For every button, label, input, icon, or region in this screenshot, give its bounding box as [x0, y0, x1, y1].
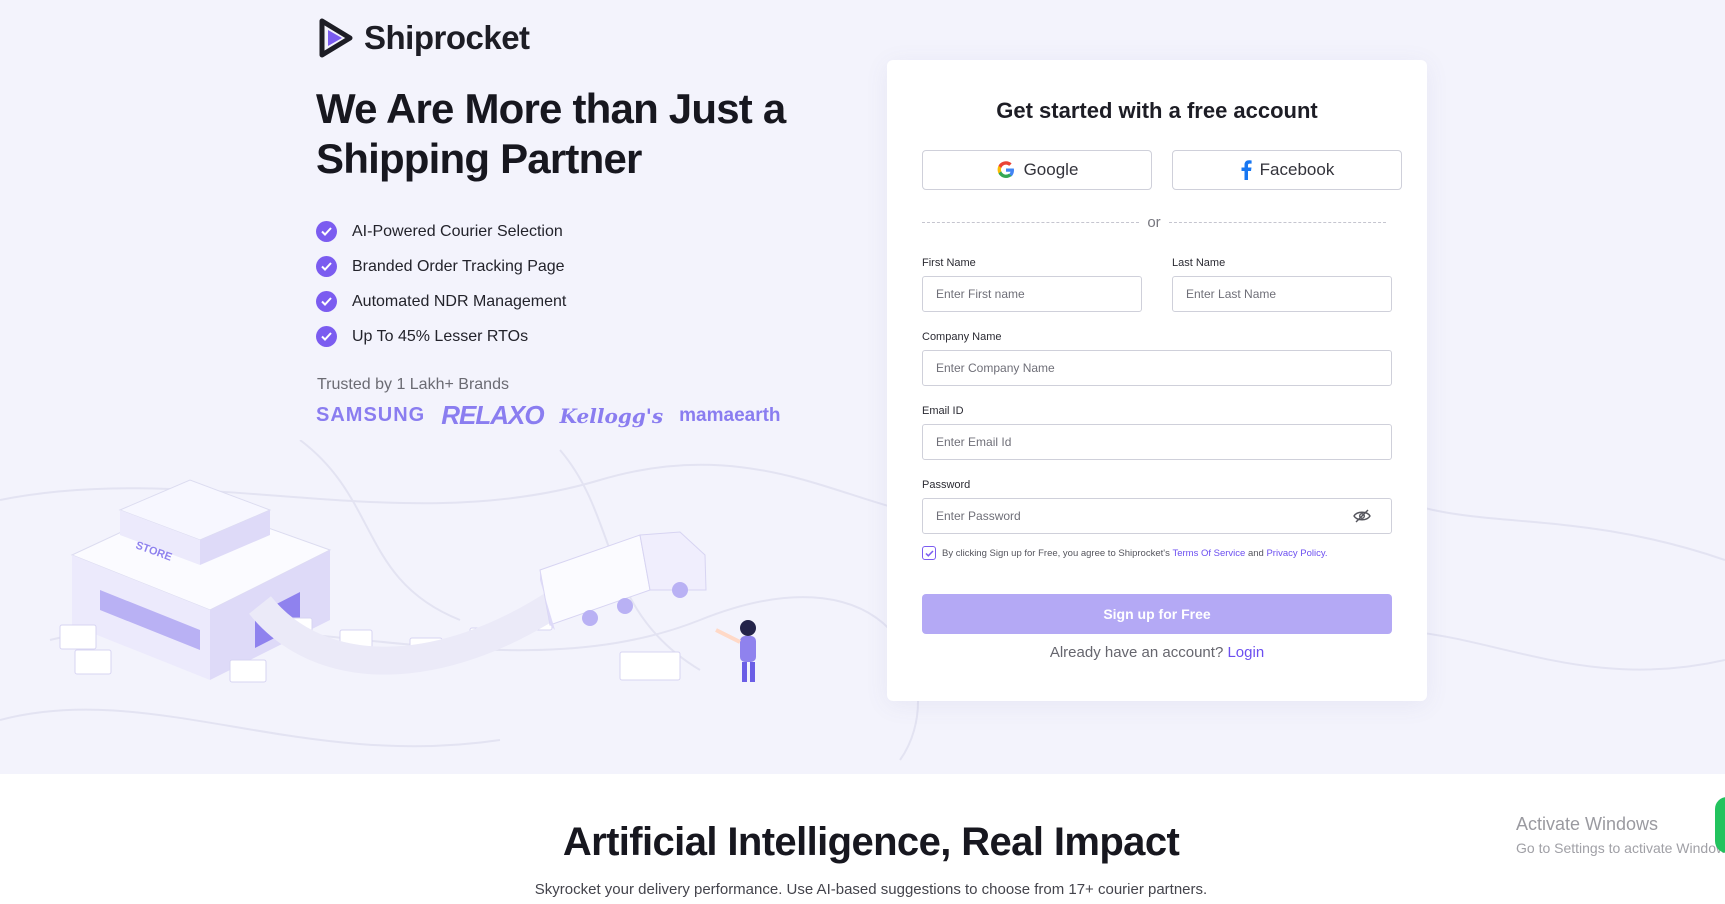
- facebook-signup-button[interactable]: Facebook: [1172, 150, 1402, 190]
- email-input[interactable]: [922, 424, 1392, 460]
- check-circle-icon: [316, 326, 337, 347]
- last-name-label: Last Name: [1172, 257, 1226, 269]
- company-name-label: Company Name: [922, 331, 1002, 343]
- check-circle-icon: [316, 291, 337, 312]
- privacy-policy-link[interactable]: Privacy Policy.: [1266, 548, 1327, 559]
- chat-widget-tab[interactable]: [1715, 797, 1725, 853]
- check-circle-icon: [316, 256, 337, 277]
- google-button-label: Google: [1023, 160, 1079, 179]
- feature-item: Branded Order Tracking Page: [316, 249, 566, 284]
- feature-item: AI-Powered Courier Selection: [316, 214, 566, 249]
- kelloggs-logo: Kellogg's: [559, 403, 664, 428]
- email-label: Email ID: [922, 405, 964, 417]
- feature-item: Up To 45% Lesser RTOs: [316, 319, 566, 354]
- first-name-input[interactable]: [922, 276, 1142, 312]
- terms-consent: By clicking Sign up for Free, you agree …: [922, 546, 1328, 560]
- hero-section: STORE Shiprocket We Are More than Just a…: [0, 0, 1725, 774]
- hero-headline: We Are More than Just a Shipping Partner: [316, 85, 786, 182]
- feature-list: AI-Powered Courier Selection Branded Ord…: [316, 214, 566, 354]
- login-link[interactable]: Login: [1227, 644, 1264, 661]
- consent-and: and: [1247, 547, 1264, 559]
- feature-text: Automated NDR Management: [352, 292, 567, 310]
- terms-checkbox[interactable]: [922, 546, 936, 560]
- samsung-logo: SAMSUNG: [316, 404, 426, 426]
- brand-name: Shiprocket: [364, 19, 530, 56]
- password-input[interactable]: [922, 498, 1392, 534]
- windows-activation-subtitle: Go to Settings to activate Windows.: [1516, 840, 1725, 856]
- company-name-input[interactable]: [922, 350, 1392, 386]
- shiprocket-logo[interactable]: Shiprocket: [316, 17, 530, 59]
- signup-card: Get started with a free account Google F…: [887, 60, 1427, 701]
- trusted-label: Trusted by 1 Lakh+ Brands: [317, 376, 509, 393]
- windows-activation-title: Activate Windows: [1516, 814, 1659, 834]
- delivery-person: [715, 620, 756, 682]
- check-circle-icon: [316, 221, 337, 242]
- terms-of-service-link[interactable]: Terms Of Service: [1172, 548, 1245, 559]
- warehouse-illustration: STORE: [0, 440, 1725, 761]
- relaxo-logo: RELAXO: [441, 400, 544, 430]
- section-title: Artificial Intelligence, Real Impact: [562, 820, 1180, 864]
- google-icon: [997, 161, 1014, 178]
- shiprocket-logo-icon: [319, 18, 353, 58]
- consent-text: By clicking Sign up for Free, you agree …: [942, 547, 1170, 559]
- google-signup-button[interactable]: Google: [922, 150, 1152, 190]
- feature-text: AI-Powered Courier Selection: [352, 222, 563, 240]
- feature-text: Up To 45% Lesser RTOs: [352, 327, 529, 345]
- facebook-button-label: Facebook: [1259, 160, 1335, 179]
- checkmark-icon: [924, 549, 934, 557]
- password-label: Password: [922, 479, 971, 491]
- section-subtitle: Skyrocket your delivery performance. Use…: [534, 881, 1208, 898]
- or-divider: or: [922, 212, 1386, 232]
- facebook-icon: [1241, 160, 1252, 180]
- eye-slash-icon[interactable]: [1353, 509, 1371, 523]
- mamaearth-logo: mamaearth: [679, 404, 781, 426]
- signup-title: Get started with a free account: [996, 98, 1318, 123]
- sign-up-button[interactable]: Sign up for Free: [922, 594, 1392, 634]
- login-prompt: Already have an account? Login: [887, 644, 1427, 661]
- or-text: or: [1147, 213, 1161, 231]
- last-name-input[interactable]: [1172, 276, 1392, 312]
- feature-item: Automated NDR Management: [316, 284, 566, 319]
- login-prompt-text: Already have an account?: [1049, 644, 1224, 661]
- brand-logos: SAMSUNG RELAXO Kellogg's mamaearth: [316, 400, 781, 431]
- delivery-truck: [539, 531, 707, 630]
- feature-text: Branded Order Tracking Page: [352, 257, 565, 275]
- first-name-label: First Name: [922, 257, 976, 269]
